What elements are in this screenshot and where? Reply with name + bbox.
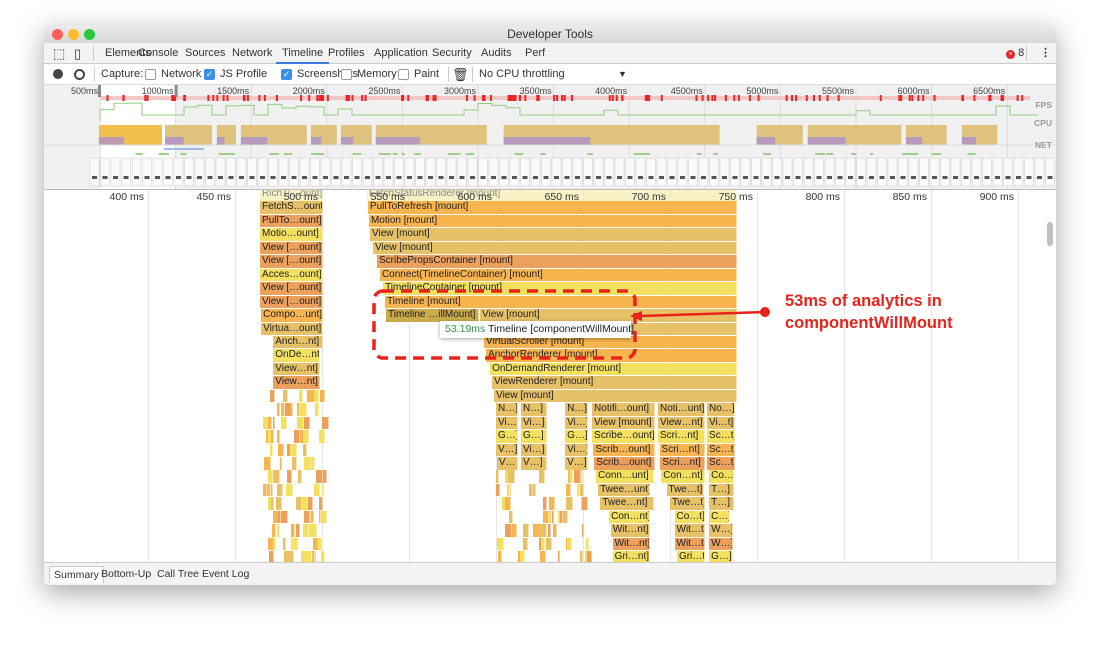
annotation-text: 53ms of analytics in componentWillMount [785,292,953,332]
highlight-dashed-box [372,289,637,360]
arrow-dot [760,307,770,317]
annotation-arrow [639,310,766,318]
